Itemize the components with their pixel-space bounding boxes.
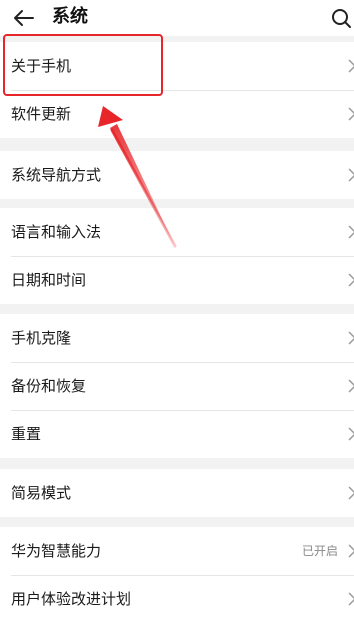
chevron-right-icon	[348, 331, 354, 345]
chevron-right-icon	[348, 225, 354, 239]
header-bar: 系统	[0, 0, 354, 36]
status-value: 已开启	[301, 544, 338, 558]
settings-group-language-time: 语言和输入法 日期和时间	[0, 208, 354, 304]
settings-item-simple-mode[interactable]: 简易模式	[0, 469, 354, 517]
settings-item-user-experience[interactable]: 用户体验改进计划	[0, 575, 354, 623]
settings-item-language-input[interactable]: 语言和输入法	[0, 208, 354, 256]
page-title: 系统	[52, 6, 88, 27]
chevron-right-icon	[348, 273, 354, 287]
chevron-right-icon	[348, 592, 354, 606]
settings-item-label: 日期和时间	[11, 271, 87, 289]
chevron-right-icon	[348, 168, 354, 182]
settings-item-label: 重置	[11, 425, 42, 443]
settings-item-phone-clone[interactable]: 手机克隆	[0, 314, 354, 362]
chevron-right-icon	[348, 544, 354, 558]
settings-item-software-update[interactable]: 软件更新	[0, 90, 354, 138]
chevron-right-icon	[348, 59, 354, 73]
settings-item-label: 语言和输入法	[11, 223, 102, 241]
settings-group-simple-mode: 简易模式	[0, 469, 354, 517]
arrow-left-icon	[14, 10, 34, 26]
settings-group-device: 关于手机 软件更新	[0, 42, 354, 138]
settings-page: 系统 关于手机 软件更新 系统导航方式 语言和输入法 日期和时间 手机克隆 备份…	[0, 0, 354, 636]
chevron-right-icon	[348, 486, 354, 500]
chevron-right-icon	[348, 107, 354, 121]
settings-item-label: 系统导航方式	[11, 166, 102, 184]
settings-item-label: 备份和恢复	[11, 377, 87, 395]
settings-item-label: 用户体验改进计划	[11, 590, 132, 608]
settings-item-label: 关于手机	[11, 57, 72, 75]
search-button[interactable]	[330, 4, 354, 32]
chevron-right-icon	[348, 427, 354, 441]
settings-item-label: 简易模式	[11, 484, 72, 502]
settings-item-label: 手机克隆	[11, 329, 72, 347]
search-icon	[332, 9, 351, 28]
chevron-right-icon	[348, 379, 354, 393]
settings-item-label: 软件更新	[11, 105, 72, 123]
back-button[interactable]	[8, 4, 38, 32]
settings-group-backup: 手机克隆 备份和恢复 重置	[0, 314, 354, 458]
settings-item-huawei-assistant[interactable]: 华为智慧能力 已开启	[0, 527, 354, 575]
settings-item-backup-restore[interactable]: 备份和恢复	[0, 362, 354, 410]
settings-item-date-time[interactable]: 日期和时间	[0, 256, 354, 304]
settings-item-about-phone[interactable]: 关于手机	[0, 42, 354, 90]
settings-group-navigation: 系统导航方式	[0, 151, 354, 199]
settings-item-reset[interactable]: 重置	[0, 410, 354, 458]
settings-item-label: 华为智慧能力	[11, 542, 102, 560]
settings-group-smart: 华为智慧能力 已开启 用户体验改进计划	[0, 527, 354, 636]
settings-item-navigation-mode[interactable]: 系统导航方式	[0, 151, 354, 199]
